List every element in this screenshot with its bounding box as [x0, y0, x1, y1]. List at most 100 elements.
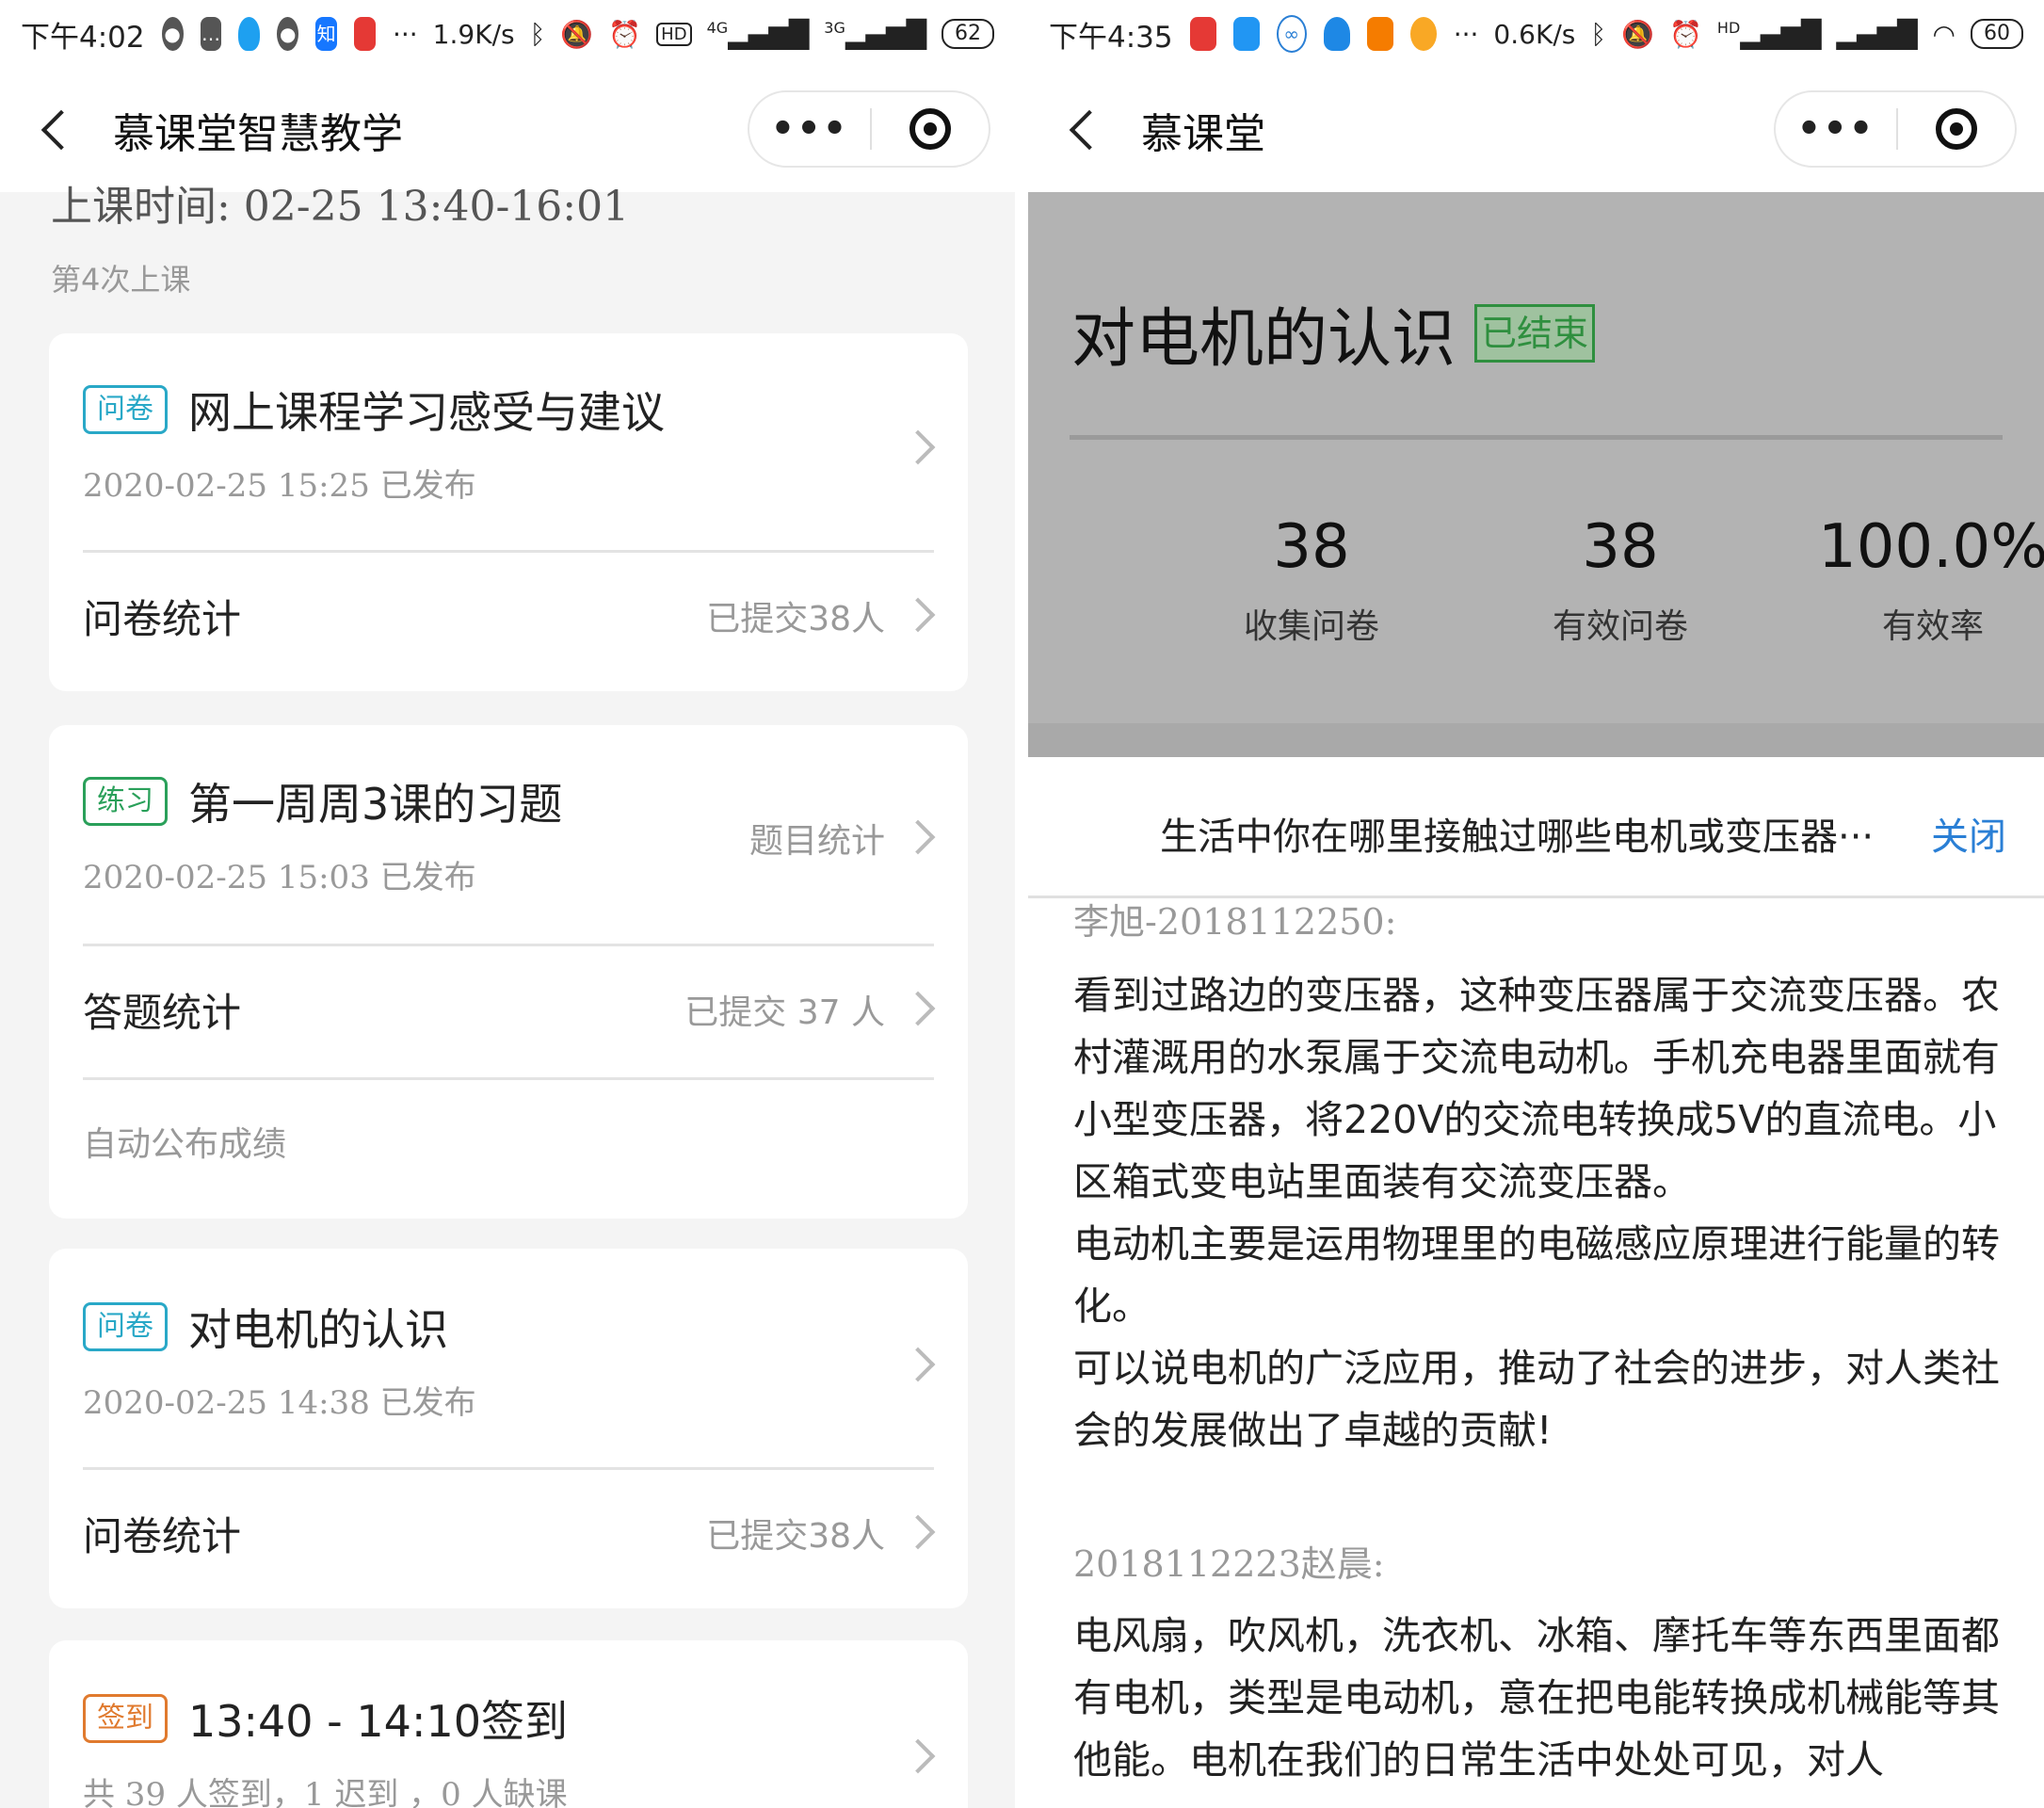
- status-bar: 下午4:35 ∞ ··· 0.6K/s ᛒ 🔕 ⏰ HD▂▄▆█ ▂▄▆█ ◠ …: [1028, 0, 2044, 68]
- answer-author: 2018112223赵晨:: [1073, 1543, 1385, 1585]
- class-time: 上课时间: 02-25 13:40-16:01: [51, 183, 630, 231]
- survey-stats-label[interactable]: 问卷统计: [83, 588, 241, 645]
- status-time: 下午4:02: [21, 20, 145, 55]
- mute-icon: 🔕: [560, 18, 594, 50]
- close-button[interactable]: 关闭: [1931, 806, 2006, 861]
- publish-time: 2020-02-25 15:25 已发布: [83, 467, 476, 505]
- submitted-count[interactable]: 已提交 37 人: [684, 985, 885, 1034]
- answer-author: 李旭-2018112250:: [1073, 901, 1397, 943]
- answer-paragraph: 看到过路边的变压器，这种变压器属于交流变压器。农村灌溉用的水泵属于交流电动机。手…: [1073, 973, 2000, 1204]
- card-title: 网上课程学习感受与建议: [188, 387, 665, 438]
- network-speed: 0.6K/s: [1493, 18, 1576, 50]
- answer-text: 电风扇，吹风机，洗衣机、冰箱、摩托车等东西里面都有电机，类型是电动机，意在把电能…: [1073, 1605, 2015, 1791]
- card-title: 13:40 - 14:10签到: [188, 1696, 568, 1747]
- signal-4g-icon: 4G▂▄▆█: [706, 18, 810, 50]
- stat-value: 100.0%: [1817, 512, 2044, 582]
- survey-tag: 问卷: [83, 1302, 168, 1351]
- stat-collected: 38 收集问卷: [1156, 512, 1467, 648]
- bluetooth-icon: ᛒ: [529, 18, 546, 50]
- orange-app-icon: [1366, 17, 1393, 51]
- back-arrow-icon[interactable]: [40, 109, 82, 151]
- more-menu-button[interactable]: •••: [1776, 110, 1896, 148]
- more-notifications-icon: ···: [1453, 18, 1479, 50]
- mute-icon: 🔕: [1621, 18, 1655, 50]
- activity-card[interactable]: 练习 第一周周3课的习题 题目统计 2020-02-25 15:03 已发布 答…: [49, 725, 968, 1219]
- hd-icon: HD: [656, 22, 692, 46]
- stat-value: 38: [1273, 512, 1350, 582]
- publish-time: 2020-02-25 15:03 已发布: [83, 859, 476, 896]
- card-title: 第一周周3课的习题: [188, 779, 563, 830]
- wechat-icon: ●: [161, 17, 184, 51]
- battery-icon: 62: [942, 19, 994, 49]
- more-notifications-icon: ···: [392, 18, 418, 50]
- status-bar: 下午4:02 ● … ● 知 ··· 1.9K/s ᛒ 🔕 ⏰ HD 4G▂▄▆…: [0, 0, 1015, 68]
- back-arrow-icon[interactable]: [1069, 109, 1110, 151]
- activity-card[interactable]: 问卷 对电机的认识 2020-02-25 14:38 已发布 问卷统计 已提交3…: [49, 1249, 968, 1608]
- red-app-icon: [1189, 17, 1216, 51]
- close-miniprogram-icon[interactable]: [909, 108, 951, 150]
- submitted-count[interactable]: 已提交38人: [706, 1509, 885, 1558]
- bluetooth-icon: ᛒ: [1590, 18, 1607, 50]
- more-menu-button[interactable]: •••: [749, 110, 870, 148]
- blue-app-icon: [1232, 17, 1260, 51]
- survey-title-row: 对电机的认识 已结束: [1071, 286, 1596, 379]
- auto-publish-score: 自动公布成绩: [83, 1125, 287, 1164]
- answer-stats-label[interactable]: 答题统计: [83, 981, 241, 1039]
- card-title-row: 问卷 网上课程学习感受与建议: [83, 379, 665, 441]
- stat-valid: 38 有效问卷: [1465, 512, 1776, 648]
- answer-paragraph: 电动机主要是运用物理里的电磁感应原理进行能量的转化。: [1073, 1221, 2000, 1329]
- question-header: 生活中你在哪里接触过哪些电机或变压器··· 关闭: [1028, 757, 2044, 898]
- stat-rate: 100.0% 有效率: [1778, 512, 2044, 648]
- stat-label: 有效问卷: [1552, 607, 1688, 646]
- alarm-icon: ⏰: [608, 18, 642, 50]
- checkin-summary: 共 39 人签到，1 迟到 ，0 人缺课: [83, 1776, 568, 1808]
- survey-summary-panel: 对电机的认识 已结束 38 收集问卷 38 有效问卷 100.0% 有效率: [1028, 192, 2044, 757]
- activity-card[interactable]: 签到 13:40 - 14:10签到 共 39 人签到，1 迟到 ，0 人缺课: [49, 1640, 968, 1808]
- stat-label: 收集问卷: [1243, 607, 1379, 646]
- signal-3g-icon: 3G▂▄▆█: [824, 18, 926, 50]
- card-title-row: 签到 13:40 - 14:10签到: [83, 1687, 568, 1750]
- chevron-right-icon: [900, 819, 936, 855]
- survey-title: 对电机的认识: [1071, 302, 1457, 377]
- cctv-app-icon: [1323, 17, 1350, 51]
- chevron-right-icon: [900, 1347, 936, 1382]
- answer-paragraph: 可以说电机的广泛应用，推动了社会的进步，对人类社会的发展做出了卓越的贡献!: [1073, 1346, 2000, 1453]
- submitted-count[interactable]: 已提交38人: [706, 591, 885, 640]
- chevron-right-icon: [900, 429, 936, 465]
- link-app-icon: ∞: [1276, 15, 1307, 53]
- nav-bar: 慕课堂智慧教学 •••: [0, 68, 1015, 192]
- wifi-icon: ◠: [1932, 18, 1955, 50]
- status-time: 下午4:35: [1049, 20, 1173, 55]
- card-title-row: 练习 第一周周3课的习题: [83, 770, 562, 832]
- activity-card[interactable]: 问卷 网上课程学习感受与建议 2020-02-25 15:25 已发布 问卷统计…: [49, 333, 968, 691]
- message-icon: …: [200, 17, 222, 51]
- page-title: 慕课堂: [1141, 110, 1265, 158]
- zhihu-icon: 知: [315, 17, 338, 51]
- survey-tag: 问卷: [83, 385, 168, 434]
- survey-stats-label[interactable]: 问卷统计: [83, 1505, 241, 1562]
- signal-hd-icon: HD▂▄▆█: [1716, 18, 1822, 50]
- publish-time: 2020-02-25 14:38 已发布: [83, 1384, 476, 1422]
- close-miniprogram-icon[interactable]: [1936, 108, 1977, 150]
- checkin-tag: 签到: [83, 1694, 168, 1743]
- wechat-icon: ●: [277, 17, 299, 51]
- answer-paragraph: 电风扇，吹风机，洗衣机、冰箱、摩托车等东西里面都有电机，类型是电动机，意在把电能…: [1073, 1613, 2000, 1783]
- card-title-row: 问卷 对电机的认识: [83, 1296, 448, 1358]
- question-stats-link[interactable]: 题目统计: [749, 814, 885, 863]
- chevron-right-icon: [900, 1514, 936, 1550]
- chevron-right-icon: [900, 1738, 936, 1774]
- page-title: 慕课堂智慧教学: [113, 110, 403, 158]
- stat-value: 38: [1582, 512, 1659, 582]
- miniprogram-capsule: •••: [1774, 90, 2017, 168]
- stat-label: 有效率: [1881, 607, 1984, 646]
- answer-text: 看到过路边的变压器，这种变压器属于交流变压器。农村灌溉用的水泵属于交流电动机。手…: [1073, 964, 2015, 1461]
- practice-tag: 练习: [83, 777, 168, 826]
- miniprogram-capsule: •••: [748, 90, 990, 168]
- nav-bar: 慕课堂 •••: [1028, 68, 2044, 192]
- chevron-right-icon: [900, 991, 936, 1026]
- right-screen: 下午4:35 ∞ ··· 0.6K/s ᛒ 🔕 ⏰ HD▂▄▆█ ▂▄▆█ ◠ …: [1028, 0, 2044, 1808]
- signal-icon: ▂▄▆█: [1836, 18, 1918, 50]
- battery-icon: 60: [1970, 19, 2023, 49]
- question-text: 生活中你在哪里接触过哪些电机或变压器···: [1160, 815, 1875, 859]
- left-screen: 下午4:02 ● … ● 知 ··· 1.9K/s ᛒ 🔕 ⏰ HD 4G▂▄▆…: [0, 0, 1015, 1808]
